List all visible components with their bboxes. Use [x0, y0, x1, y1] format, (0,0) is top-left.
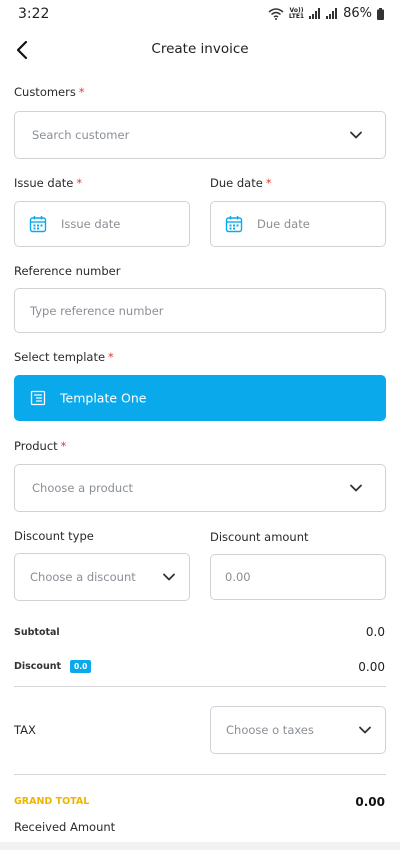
- customer-search-select[interactable]: Search customer: [14, 111, 386, 159]
- battery-icon: [377, 7, 384, 20]
- customer-search-placeholder: Search customer: [32, 128, 130, 142]
- subtotal-value: 0.0: [365, 625, 385, 639]
- document-icon: [30, 390, 46, 406]
- discount-badge: 0.0: [70, 660, 92, 673]
- discount-type-label: Discount type: [14, 529, 94, 543]
- tax-select[interactable]: Choose o taxes: [210, 706, 386, 754]
- discount-amount-input[interactable]: 0.00: [210, 554, 386, 600]
- discount-value: 0.00: [358, 660, 385, 674]
- discount-amount-placeholder: 0.00: [225, 570, 251, 584]
- template-name: Template One: [60, 390, 147, 406]
- chevron-down-icon: [359, 726, 371, 734]
- signal-icon: [309, 8, 321, 19]
- reference-number-input[interactable]: Type reference number: [14, 288, 386, 333]
- signal-icon-2: [326, 8, 338, 19]
- subtotal-label: Subtotal: [14, 627, 60, 638]
- wifi-icon: [268, 7, 284, 20]
- chevron-down-icon: [350, 131, 362, 139]
- required-mark: *: [265, 176, 272, 190]
- template-one-option[interactable]: Template One: [14, 375, 386, 421]
- product-select[interactable]: Choose a product: [14, 464, 386, 512]
- discount-amount-label: Discount amount: [210, 530, 309, 544]
- due-date-field[interactable]: Due date: [210, 201, 386, 247]
- issue-date-label: Issue date *: [14, 176, 83, 190]
- grand-total-label: GRAND TOTAL: [14, 796, 90, 807]
- received-amount-label: Received Amount: [14, 820, 116, 834]
- tax-placeholder: Choose o taxes: [226, 723, 314, 737]
- calendar-icon: [225, 216, 243, 233]
- page-title: Create invoice: [151, 41, 249, 57]
- required-mark: *: [60, 439, 67, 453]
- customers-label: Customers *: [14, 85, 85, 99]
- status-bar: 3:22 Vo)) LTE1 86%: [0, 0, 400, 30]
- grand-total-value: 0.00: [355, 795, 385, 809]
- status-time: 3:22: [18, 6, 50, 22]
- tax-label: TAX: [14, 723, 36, 737]
- discount-type-placeholder: Choose a discount: [30, 570, 136, 584]
- reference-label: Reference number: [14, 264, 121, 278]
- due-date-placeholder: Due date: [257, 217, 310, 231]
- product-label: Product *: [14, 439, 67, 453]
- discount-type-select[interactable]: Choose a discount: [14, 553, 190, 601]
- status-icons: Vo)) LTE1 86%: [268, 6, 384, 21]
- lte-indicator: Vo)) LTE1: [288, 6, 305, 20]
- issue-date-field[interactable]: Issue date: [14, 201, 190, 247]
- battery-percent: 86%: [343, 6, 372, 21]
- reference-placeholder: Type reference number: [30, 303, 164, 318]
- issue-date-placeholder: Issue date: [61, 217, 121, 231]
- discount-label: Discount: [14, 661, 62, 672]
- bottom-edge: [0, 842, 400, 850]
- due-date-label: Due date *: [210, 176, 272, 190]
- chevron-down-icon: [350, 484, 362, 492]
- required-mark: *: [78, 85, 85, 99]
- divider: [14, 686, 386, 687]
- divider: [14, 774, 386, 775]
- required-mark: *: [76, 176, 83, 190]
- required-mark: *: [108, 350, 114, 364]
- template-label: Select template *: [14, 350, 114, 364]
- calendar-icon: [29, 216, 47, 233]
- product-placeholder: Choose a product: [32, 481, 134, 495]
- chevron-down-icon: [163, 573, 175, 581]
- discount-row-label: Discount 0.0: [14, 660, 92, 673]
